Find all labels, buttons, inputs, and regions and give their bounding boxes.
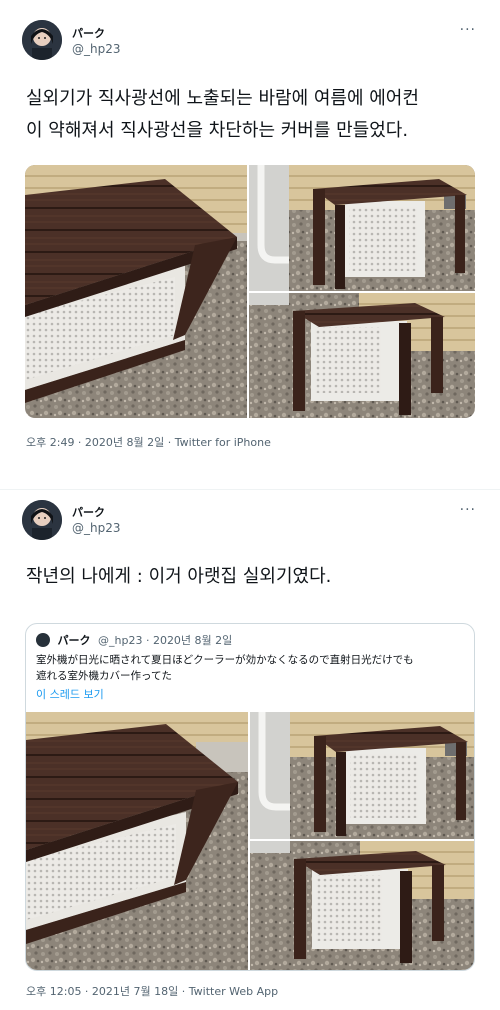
user-handle[interactable]: @_hp23 (72, 42, 121, 56)
photo-large[interactable] (26, 712, 248, 970)
quoted-handle-date: @_hp23 · 2020년 8월 2일 (98, 634, 233, 647)
tweet-timestamp[interactable]: 오후 12:05 · 2021년 7월 18일 · Twitter Web Ap… (26, 983, 278, 999)
tweet-text-line: 이 약해져서 직사광선을 차단하는 커버를 만들었다. (26, 120, 409, 141)
quoted-tweet-text: 室外機が日光に晒されて夏日ほどクーラーが効かなくなるので直射日光だけでも 遮れる… (36, 652, 468, 684)
tweet-text: 작년의 나에게 : 이거 아랫집 실외기였다. (26, 566, 332, 587)
avatar[interactable] (22, 20, 62, 60)
tweet-timestamp[interactable]: 오후 2:49 · 2020년 8월 2일 · Twitter for iPho… (26, 434, 271, 450)
tweet-original: パーク @_hp23 ··· 실외기가 직사광선에 노출되는 바람에 여름에 에… (0, 0, 500, 490)
tweet-quote: パーク @_hp23 ··· 작년의 나에게 : 이거 아랫집 실외기였다. パ… (0, 490, 500, 1010)
quoted-photo-grid (26, 712, 474, 970)
quoted-user-name: パーク (57, 634, 91, 647)
user-name[interactable]: パーク (72, 25, 105, 41)
more-options-icon[interactable]: ··· (460, 502, 476, 518)
photo-top-right[interactable] (249, 165, 475, 291)
quoted-text-line: 遮れる室外機カバー作ってた (36, 670, 172, 682)
photo-bottom-right[interactable] (249, 293, 475, 418)
more-options-icon[interactable]: ··· (460, 22, 476, 38)
user-handle[interactable]: @_hp23 (72, 521, 121, 535)
tweet-text-line: 실외기가 직사광선에 노출되는 바람에 여름에 에어컨 (26, 88, 419, 109)
show-thread-link[interactable]: 이 스레드 보기 (36, 686, 104, 702)
user-name[interactable]: パーク (72, 504, 105, 520)
photo-grid (25, 165, 475, 418)
tweet-text: 실외기가 직사광선에 노출되는 바람에 여름에 에어컨 이 약해져서 직사광선을… (26, 84, 476, 146)
photo-large[interactable] (25, 165, 247, 418)
quoted-tweet[interactable]: パーク @_hp23 · 2020년 8월 2일 室外機が日光に晒されて夏日ほど… (25, 623, 475, 971)
photo-top-right[interactable] (250, 712, 474, 839)
quoted-text-line: 室外機が日光に晒されて夏日ほどクーラーが効かなくなるので直射日光だけでも (36, 654, 414, 666)
quoted-tweet-header: パーク @_hp23 · 2020년 8월 2일 (36, 632, 232, 648)
photo-bottom-right[interactable] (250, 841, 474, 970)
avatar[interactable] (22, 500, 62, 540)
avatar (36, 633, 50, 647)
